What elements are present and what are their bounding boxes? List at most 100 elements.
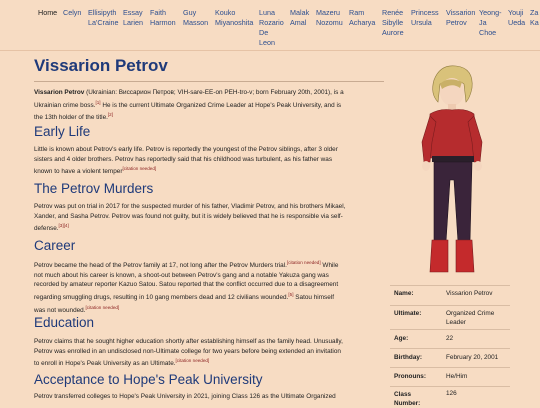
paragraph-line: regarding smuggling drugs, resulting in …: [34, 294, 289, 302]
nav-item-celyn[interactable]: Celyn: [63, 8, 81, 18]
nav-label: Essay: [123, 8, 143, 17]
subject-name: Vissarion Petrov: [34, 89, 85, 96]
infobox-label: Pronouns:: [394, 373, 426, 380]
nav-label: Petrov: [446, 18, 467, 27]
nav-item-luna[interactable]: Luna Rozario De Leon: [259, 8, 284, 48]
intro-text: He is the current Ultimate Organized Cri…: [100, 101, 342, 109]
nav-label: Miyanoshita: [215, 18, 254, 27]
nav-label: Ram: [349, 8, 365, 17]
paragraph-line: sisters and 4 older brothers. Petrov has…: [34, 155, 333, 163]
nav-item-faith[interactable]: Faith Harmon: [150, 8, 176, 28]
education-paragraph: Petrov claims that he sought higher educ…: [34, 337, 343, 369]
infobox-row-age: Age: 22: [390, 329, 510, 349]
character-illustration: [421, 65, 483, 273]
nav-item-mazeru[interactable]: Mazeru Nozomu: [316, 8, 343, 28]
top-nav: Home Celyn Ellisipyth La'Craine Essay La…: [0, 0, 540, 51]
nav-item-home[interactable]: Home: [38, 8, 57, 18]
page-title: Vissarion Petrov: [34, 56, 168, 75]
nav-label: Larien: [123, 18, 143, 27]
paragraph-line: recorded by amateur reporter Kazuo Satou…: [34, 281, 339, 289]
infobox-row-name: Name: Vissarion Petrov: [390, 285, 510, 306]
nav-label: Leon: [259, 38, 275, 47]
paragraph-line: Petrov was put on trial in 2017 for the …: [34, 203, 346, 210]
nav-item-youji[interactable]: Youji Ueda: [508, 8, 525, 28]
paragraph-line: Petrov claims that he sought higher educ…: [34, 338, 343, 345]
infobox-value: Vissarion Petrov: [446, 290, 493, 297]
nav-label: Choe: [479, 28, 497, 37]
nav-label: Harmon: [150, 18, 176, 27]
section-heading-early-life: Early Life: [34, 124, 91, 139]
title-divider: [34, 81, 384, 82]
nav-label: Ja: [479, 18, 487, 27]
nav-label: Yeong-: [479, 8, 502, 17]
nav-item-guy[interactable]: Guy Masson: [183, 8, 208, 28]
paragraph-line: was not wounded.: [34, 306, 86, 314]
citation-link[interactable]: [3][4]: [59, 223, 69, 228]
nav-item-ellisipyth[interactable]: Ellisipyth La'Craine: [88, 8, 119, 28]
paragraph-line: Petrov was enrolled in an undisclosed no…: [34, 347, 341, 355]
paragraph-line: Satou himself: [293, 294, 334, 302]
paragraph-line: not much about his career is known, a sh…: [34, 271, 329, 279]
nav-item-kouko[interactable]: Kouko Miyanoshita: [215, 8, 253, 28]
nav-label: Kouko: [215, 8, 236, 17]
nav-label: De: [259, 28, 269, 37]
citation-link[interactable]: [citation needed]: [86, 305, 120, 310]
citation-link[interactable]: [2]: [108, 112, 113, 117]
nav-label: Sibylle: [382, 18, 404, 27]
nav-label: Ellisipyth: [88, 8, 117, 17]
intro-text: Ukrainian crime boss.: [34, 101, 96, 109]
infobox-value: 126: [446, 390, 457, 397]
career-paragraph: Petrov became the head of the Petrov fam…: [34, 258, 338, 315]
intro-paragraph: Vissarion Petrov (Ukrainian: Виссарион П…: [34, 88, 344, 123]
nav-label: Aurore: [382, 28, 404, 37]
infobox-row-birthday: Birthday: February 20, 2001: [390, 348, 510, 368]
nav-item-essay[interactable]: Essay Larien: [123, 8, 143, 28]
infobox-label: Age:: [394, 335, 409, 342]
citation-link[interactable]: [citation needed]: [176, 358, 210, 363]
infobox-label: Class Number:: [394, 391, 421, 407]
early-life-paragraph: Little is known about Petrov's early lif…: [34, 145, 338, 177]
infobox-row-class-number: Class Number: 126: [390, 386, 510, 407]
paragraph-line: to enroll in Hope's Peak University as a…: [34, 360, 176, 368]
nav-label: Ursula: [411, 18, 432, 27]
nav-label: Acharya: [349, 18, 376, 27]
nav-label: Mazeru: [316, 8, 340, 17]
intro-text: (Ukrainian: Виссарион Петров; VIH-sare-E…: [84, 89, 344, 96]
intro-text: the 13th holder of the title.: [34, 114, 108, 122]
paragraph-line: Little is known about Petrov's early lif…: [34, 146, 338, 153]
character-portrait: [410, 62, 495, 280]
citation-link[interactable]: [citation needed]: [122, 166, 156, 171]
section-heading-career: Career: [34, 238, 76, 253]
nav-item-princess[interactable]: Princess Ursula: [411, 8, 439, 28]
article: Vissarion Petrov Vissarion Petrov (Ukrai…: [34, 50, 384, 405]
nav-item-za[interactable]: Za Ka: [530, 8, 539, 28]
nav-label: Amal: [290, 18, 307, 27]
section-heading-petrov-murders: The Petrov Murders: [34, 181, 154, 196]
infobox-row-pronouns: Pronouns: He/Him: [390, 367, 510, 387]
citation-link[interactable]: [citation needed]: [287, 260, 321, 265]
nav-label: Guy: [183, 8, 197, 17]
nav-item-yeong-ja[interactable]: Yeong- Ja Choe: [479, 8, 502, 38]
nav-label: Nozomu: [316, 18, 343, 27]
infobox-value: Organized Crime Leader: [446, 310, 495, 327]
murders-paragraph: Petrov was put on trial in 2017 for the …: [34, 202, 345, 234]
nav-label: Celyn: [63, 8, 82, 17]
paragraph-line: known to have a violent temper: [34, 168, 123, 176]
nav-item-malak[interactable]: Malak Amal: [290, 8, 309, 28]
nav-item-renee[interactable]: Renée Sibylle Aurore: [382, 8, 404, 38]
section-heading-education: Education: [34, 315, 95, 330]
nav-label: Princess: [411, 8, 439, 17]
nav-label: Za: [530, 8, 539, 17]
nav-item-vissarion[interactable]: Vissarion Petrov: [446, 8, 475, 28]
nav-label: Renée: [382, 8, 404, 17]
infobox-value: February 20, 2001: [446, 354, 499, 361]
nav-label: Ueda: [508, 18, 526, 27]
section-heading-acceptance: Acceptance to Hope's Peak University: [34, 372, 263, 387]
infobox-value: 22: [446, 335, 454, 342]
paragraph-line: defense.: [34, 225, 59, 233]
infobox-value: He/Him: [446, 373, 468, 380]
paragraph-line: Petrov became the head of the Petrov fam…: [34, 262, 287, 270]
infobox-label: Birthday:: [394, 354, 423, 361]
nav-item-ram[interactable]: Ram Acharya: [349, 8, 375, 28]
acceptance-paragraph: Petrov transferred colleges to Hope's Pe…: [34, 392, 336, 402]
